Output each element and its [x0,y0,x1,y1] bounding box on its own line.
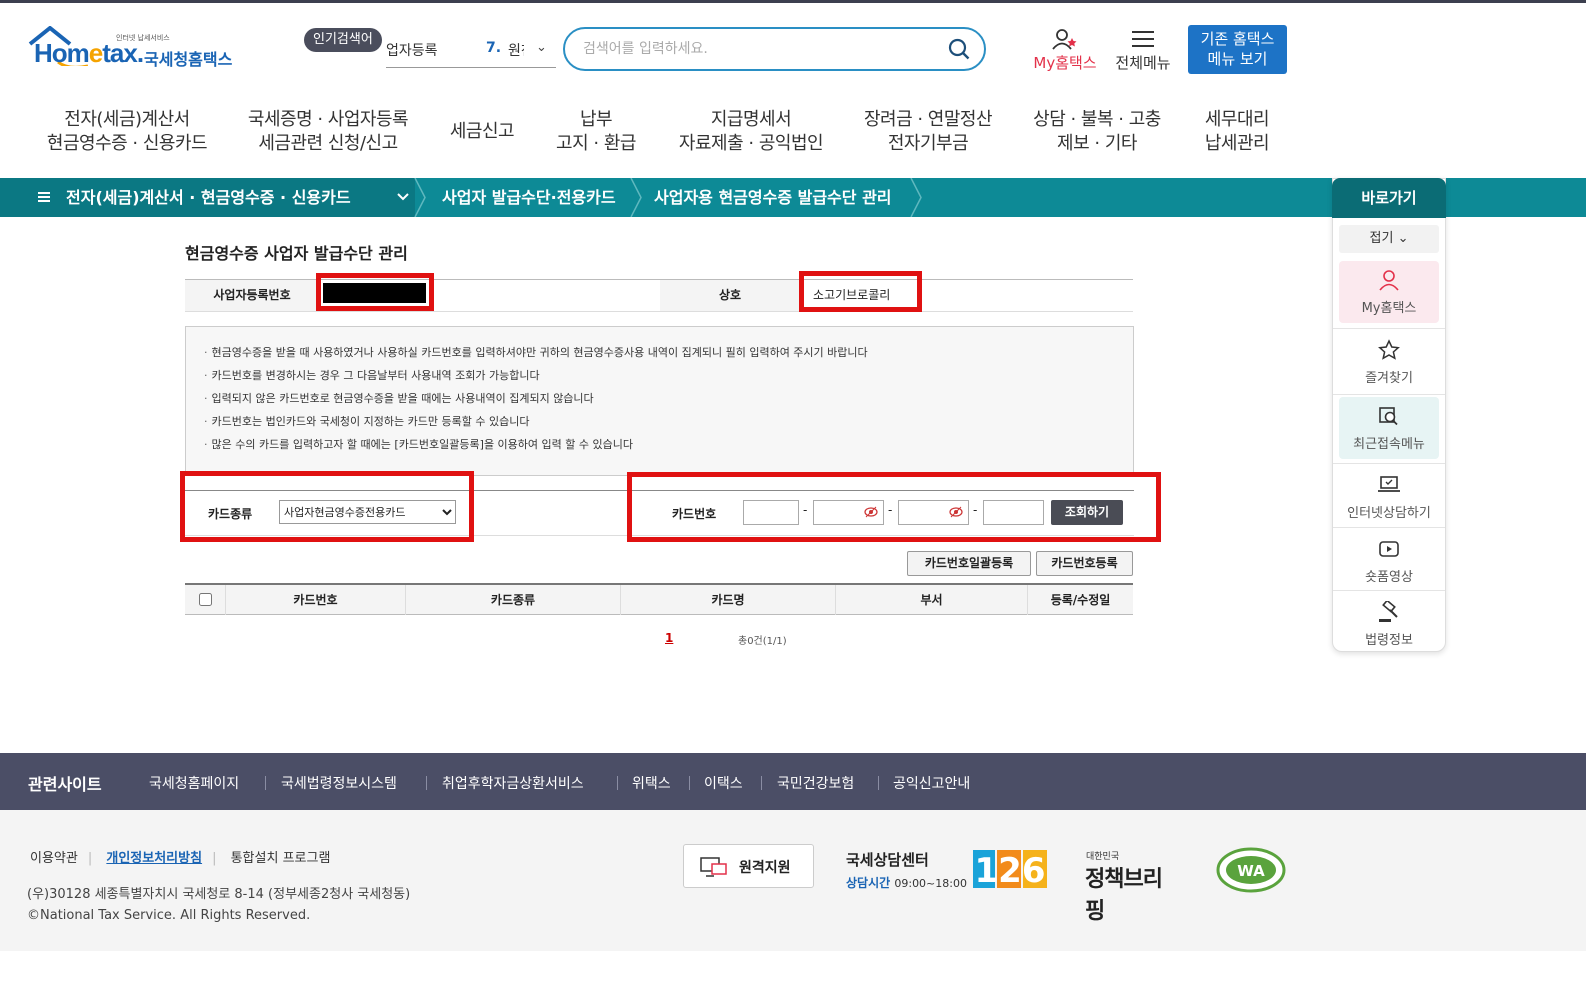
footer-link[interactable]: 취업후학자금상환서비스 [442,773,584,793]
remote-support-button[interactable]: 원격지원 [683,844,814,888]
logo-name: 국세청홈택스 [144,50,233,69]
guide-box: 현금영수증을 받을 때 사용하였거나 사용하실 카드번호를 입력하셔야만 귀하의… [185,326,1134,476]
footer-link[interactable]: 국세법령정보시스템 [281,773,397,793]
search-icon[interactable] [948,38,970,60]
gnb-item-certificate[interactable]: 국세증명 · 사업자등록 세금관련 신청/신고 [240,108,416,160]
hometax-logo[interactable]: 인터넷 납세서비스 Hometax. 국세청홈택스 [28,26,243,76]
highlight-box [799,271,922,312]
popular-keyword-badge: 인기검색어 [304,28,382,52]
col-card-no: 카드번호 [225,585,405,615]
highlight-box [316,273,434,311]
install-link[interactable]: 통합설치 프로그램 [231,851,331,866]
popular-keyword-ticker[interactable]: 업자등록 7. 원천 ⌄ [386,38,556,68]
user-star-icon [1052,29,1077,50]
chevron-down-icon[interactable]: ⌄ [536,40,547,55]
guide-item: 현금영수증을 받을 때 사용하였거나 사용하실 카드번호를 입력하셔야만 귀하의… [204,345,868,368]
recent-search-icon [1379,407,1398,426]
wa-certification-badge: WA [1216,847,1286,893]
fold-button[interactable]: 접기 ⌄ [1339,225,1439,253]
guide-item: 카드번호는 법인카드와 국세청이 지정하는 카드만 등록할 수 있습니다 [204,414,868,437]
guide-item: 카드번호를 변경하시는 경우 그 다음날부터 사용내역 조회가 가능합니다 [204,368,868,391]
quick-item-shortform[interactable]: 숏폼영상 [1339,530,1439,592]
quick-menu-title: 바로가기 [1332,178,1446,218]
guide-item: 입력되지 않은 카드번호로 현금영수증을 받을 때에는 사용내역이 집계되지 않… [204,391,868,414]
old-menu-line2: 메뉴 보기 [1207,50,1268,68]
popular-keyword-next[interactable]: 원천 [508,40,524,60]
gnb-item-agent[interactable]: 세무대리 납세관리 [1192,108,1282,160]
old-hometax-menu-button[interactable]: 기존 홈택스 메뉴 보기 [1188,25,1287,74]
star-icon [1378,339,1400,360]
laptop-icon [1378,476,1400,492]
svg-text:WA: WA [1237,862,1265,880]
search-input[interactable] [583,37,923,61]
breadcrumb-separator-icon [630,178,642,217]
quick-item-law[interactable]: 법령정보 [1339,593,1439,655]
popular-rank: 7. [486,40,502,56]
logo-brand: Hometax. [34,38,144,68]
policy-briefing-logo[interactable]: 대한민국 정책브리핑 [1085,849,1177,924]
gnb-item-statement[interactable]: 지급명세서 자료제출 · 공익법인 [670,108,832,160]
biz-no-label: 사업자등록번호 [185,280,319,311]
menu-list-icon [38,192,50,202]
col-reg-date: 등록/수정일 [1027,585,1133,615]
user-icon [1379,270,1399,291]
breadcrumb-separator-icon [910,178,922,217]
guide-item: 많은 수의 카드를 입력하고자 할 때에는 [카드번호일괄등록]을 이용하여 입… [204,437,868,460]
breadcrumb-level3[interactable]: 사업자용 현금영수증 발급수단 관리 [654,178,892,217]
gnb-item-incentive[interactable]: 장려금 · 연말정산 전자기부금 [856,108,1000,160]
quick-item-favorites[interactable]: 즐겨찾기 [1339,331,1439,393]
play-video-icon [1379,541,1399,557]
counsel-number-126: 126 [973,850,1047,888]
search-box[interactable] [563,27,986,71]
svg-text:126: 126 [975,851,1046,888]
quick-menu: 바로가기 접기 ⌄ My홈택스 즐겨찾기 최근접속메뉴 인터넷상담하기 숏폼영상… [1332,178,1446,652]
remote-support-label: 원격지원 [739,860,791,876]
page-title: 현금영수증 사업자 발급수단 관리 [185,244,408,263]
breadcrumb-level1[interactable]: 전자(세금)계산서 · 현금영수증 · 신용카드 [66,178,351,217]
select-all-checkbox[interactable] [199,593,212,606]
card-register-button[interactable]: 카드번호등록 [1036,551,1133,576]
breadcrumb-level2[interactable]: 사업자 발급수단·전용카드 [442,178,616,217]
old-menu-line1: 기존 홈택스 [1200,30,1275,48]
biz-name-label: 상호 [660,280,800,311]
footer-link[interactable]: 공익신고안내 [893,773,970,793]
myhometax-label: My홈택스 [1033,54,1097,72]
remote-monitor-icon [700,857,727,877]
gnb-item-consult[interactable]: 상담 · 불복 · 고충 제보 · 기타 [1026,108,1168,160]
page-link-1[interactable]: 1 [665,631,673,645]
gnb-item-tax-return[interactable]: 세금신고 [440,120,524,172]
hamburger-icon [1132,31,1154,47]
terms-link[interactable]: 이용약관 [30,851,78,866]
footer-link[interactable]: 국민건강보험 [777,773,854,793]
footer-link[interactable]: 위택스 [632,773,671,793]
gavel-icon [1379,601,1398,622]
related-sites-bar: 관련사이트 국세청홈페이지 국세법령정보시스템 취업후학자금상환서비스 위택스 … [0,753,1586,810]
bulk-register-button[interactable]: 카드번호일괄등록 [907,551,1031,576]
quick-item-online-consult[interactable]: 인터넷상담하기 [1339,466,1439,528]
breadcrumb-separator-icon [414,178,426,217]
myhometax-button[interactable]: My홈택스 [1030,28,1100,74]
related-sites-label: 관련사이트 [28,775,102,794]
col-card-name: 카드명 [620,585,835,615]
col-card-type: 카드종류 [405,585,620,615]
all-menu-button[interactable]: 전체메뉴 [1112,28,1174,74]
total-count: 총0건(1/1) [738,636,787,647]
card-table-header: 카드번호 카드종류 카드명 부서 등록/수정일 [185,583,1133,615]
highlight-box [627,472,1161,542]
popular-keyword[interactable]: 업자등록 [386,40,438,60]
col-department: 부서 [835,585,1027,615]
all-menu-label: 전체메뉴 [1115,54,1171,72]
quick-item-recent[interactable]: 최근접속메뉴 [1339,397,1439,459]
privacy-link[interactable]: 개인정보처리방침 [106,851,202,866]
tax-counsel-center: 국세상담센터 상담시간 09:00~18:00 [846,851,967,890]
footer-links: 이용약관 | 개인정보처리방침 | 통합설치 프로그램 [30,851,331,866]
chevron-down-icon[interactable] [396,191,410,203]
gnb-item-payment[interactable]: 납부 고지 · 환급 [548,108,644,160]
highlight-box [180,471,474,542]
gnb-item-einvoice[interactable]: 전자(세금)계산서 현금영수증 · 신용카드 [42,108,212,160]
quick-item-myhometax[interactable]: My홈택스 [1339,261,1439,323]
footer-link[interactable]: 이택스 [704,773,743,793]
footer-address: (우)30128 세종특별자치시 국세청로 8-14 (정부세종2청사 국세청동… [27,887,411,923]
footer-link[interactable]: 국세청홈페이지 [149,773,239,793]
